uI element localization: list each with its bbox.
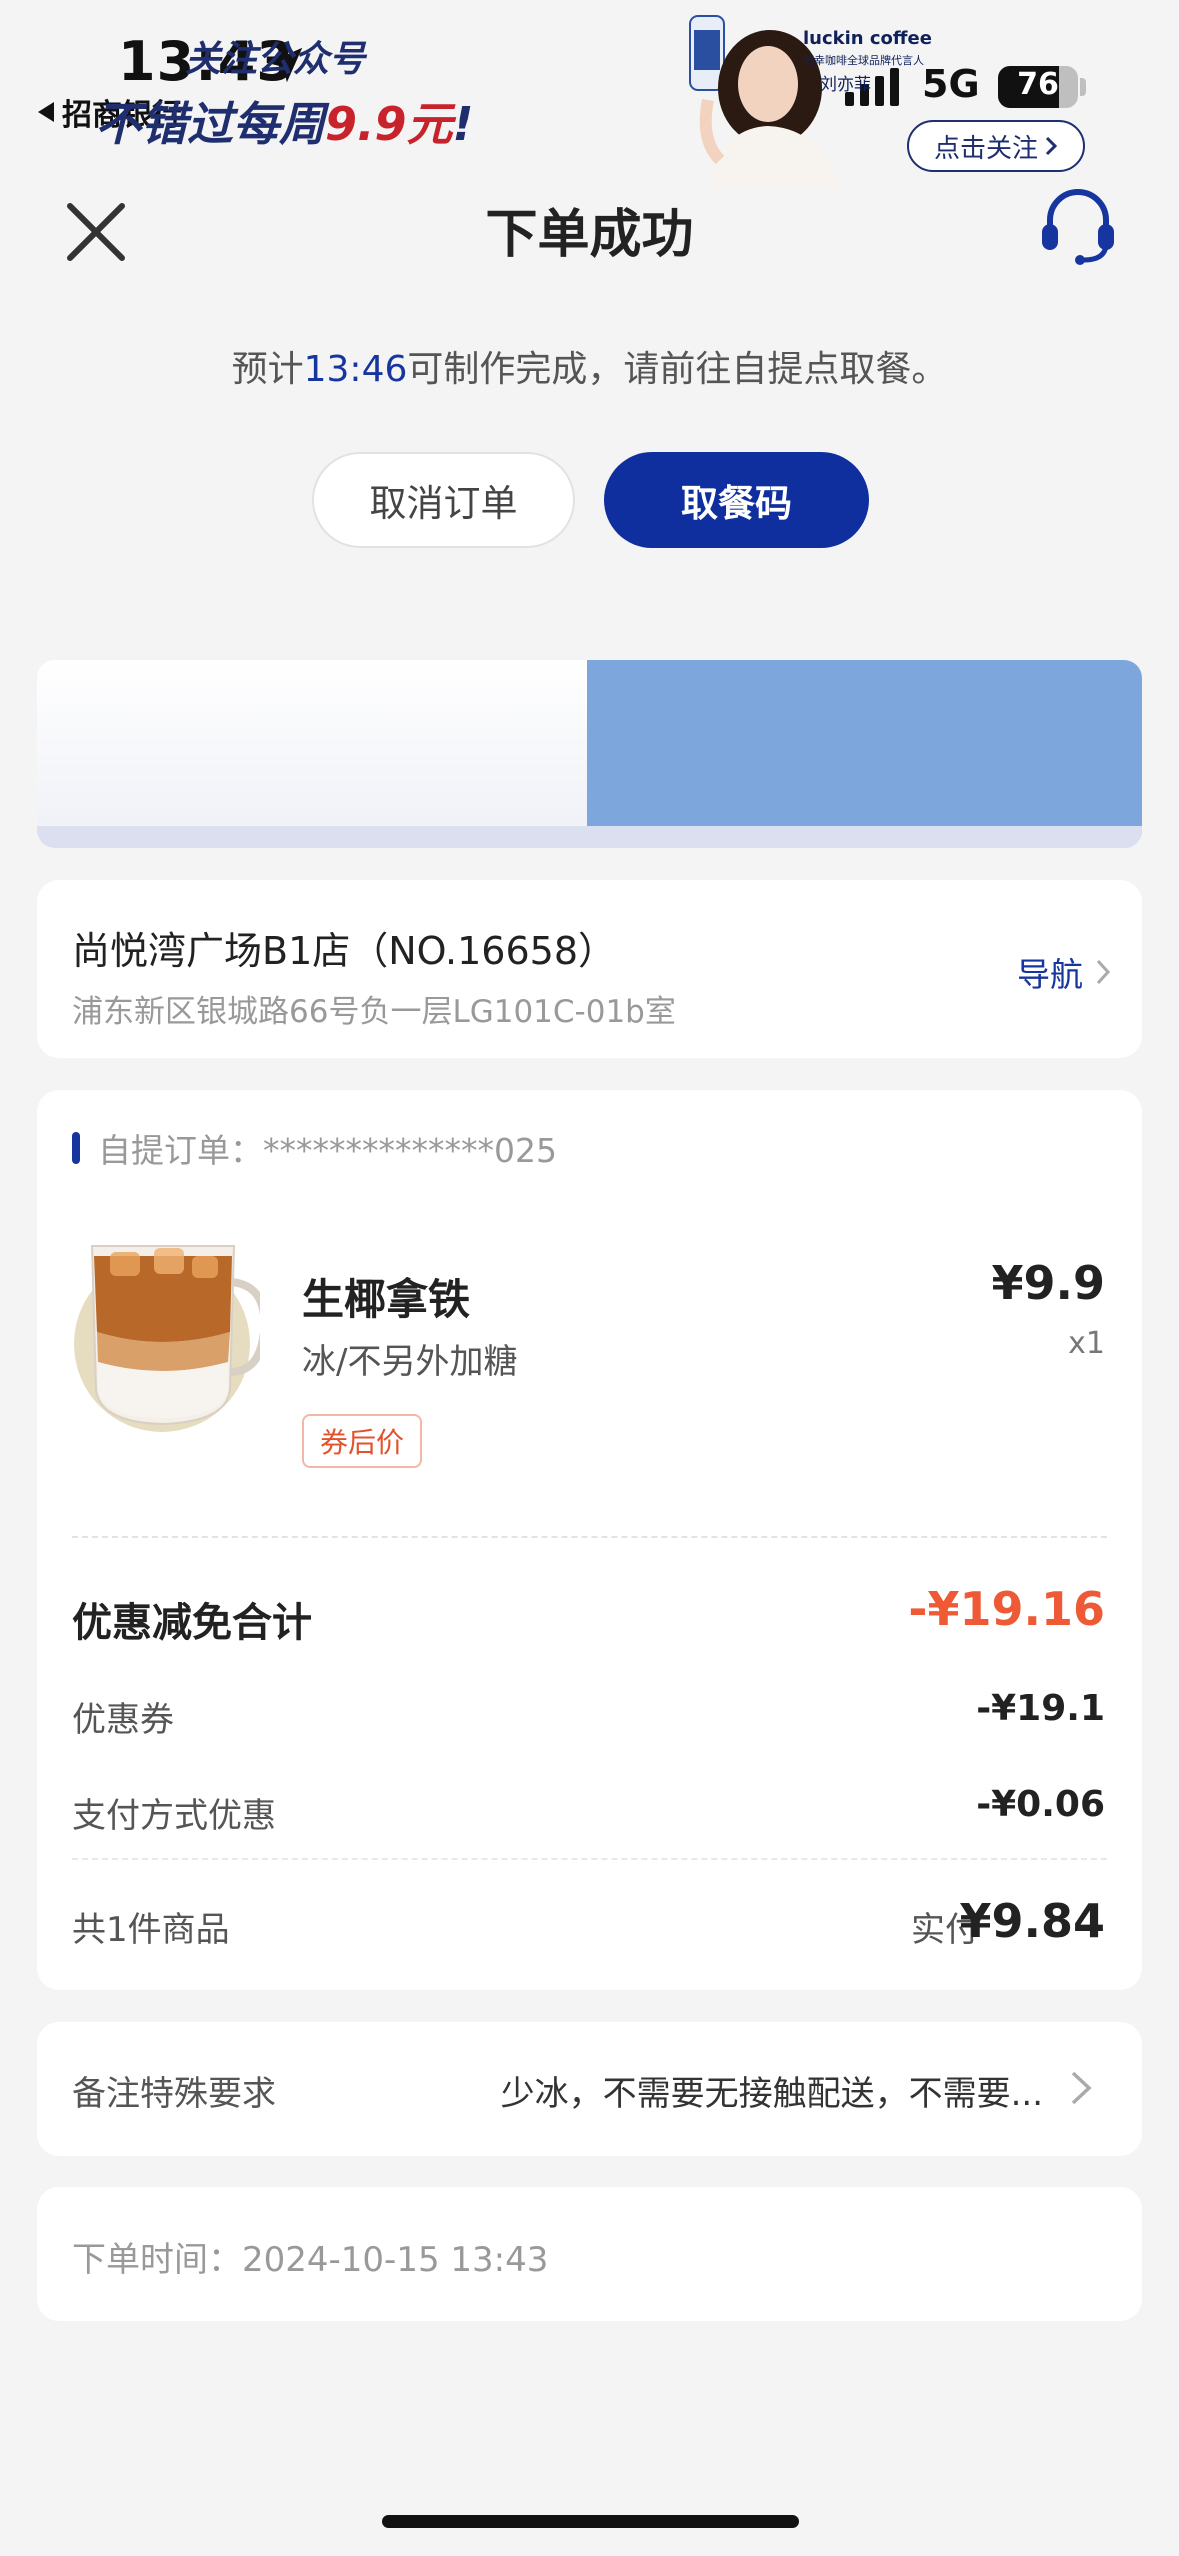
eta-time: 13:46 bbox=[303, 349, 408, 390]
banner-subtitle: 瑞幸咖啡全球品牌代言人 bbox=[803, 54, 924, 67]
back-triangle-icon bbox=[38, 102, 54, 122]
order-time-label: 下单时间： bbox=[72, 2240, 242, 2280]
item-count: 共1件商品 bbox=[72, 1910, 230, 1950]
order-number: 自提订单：**************025 bbox=[98, 1124, 557, 1172]
payment-discount-label: 支付方式优惠 bbox=[72, 1796, 276, 1836]
payment-discount-value: -¥0.06 bbox=[976, 1784, 1105, 1825]
coupon-value: -¥19.1 bbox=[976, 1688, 1105, 1729]
order-number-value: **************025 bbox=[263, 1131, 557, 1170]
store-name: 尚悦湾广场B1店（NO.16658） bbox=[72, 929, 617, 973]
headset-icon[interactable] bbox=[1040, 186, 1116, 266]
product-image bbox=[74, 1245, 260, 1432]
banner-line2: 不错过每周9.9元! bbox=[95, 88, 473, 154]
discount-title: 优惠减免合计 bbox=[72, 1600, 312, 1646]
product-spec: 冰/不另外加糖 bbox=[302, 1342, 518, 1382]
divider bbox=[72, 1536, 1107, 1538]
banner-line1: 关注公众号 bbox=[185, 39, 366, 80]
discount-total: -¥19.16 bbox=[908, 1582, 1105, 1636]
chevron-right-icon bbox=[1045, 136, 1058, 156]
battery-icon: 76 bbox=[998, 66, 1078, 108]
page-title: 下单成功 bbox=[485, 205, 694, 265]
banner-price: 9.9元 bbox=[325, 97, 453, 151]
remark-value: 少冰，不需要无接触配送，不需要... bbox=[500, 2074, 1043, 2114]
paid-amount: ¥9.84 bbox=[959, 1894, 1105, 1948]
product-price: ¥9.9 bbox=[991, 1256, 1106, 1310]
eta-suffix: 可制作完成，请前往自提点取餐。 bbox=[407, 349, 948, 390]
cancel-order-button[interactable]: 取消订单 bbox=[312, 452, 575, 548]
pickup-code-button[interactable]: 取餐码 bbox=[604, 452, 869, 548]
coupon-price-tag: 券后价 bbox=[302, 1414, 422, 1468]
follow-banner[interactable] bbox=[37, 660, 1142, 848]
section-marker bbox=[72, 1132, 80, 1164]
remark-label: 备注特殊要求 bbox=[72, 2074, 276, 2114]
banner-brand: luckin coffee bbox=[803, 28, 932, 49]
banner-person-name: 刘亦菲 bbox=[820, 75, 871, 95]
divider bbox=[72, 1858, 1107, 1860]
order-time-value: 2024-10-15 13:43 bbox=[242, 2240, 549, 2280]
eta-prefix: 预计 bbox=[231, 349, 304, 390]
coupon-label: 优惠券 bbox=[72, 1700, 174, 1740]
navigation-link[interactable]: 导航 bbox=[1017, 948, 1111, 996]
navigation-label: 导航 bbox=[1017, 955, 1083, 994]
store-address: 浦东新区银城路66号负一层LG101C-01b室 bbox=[72, 994, 676, 1030]
home-indicator[interactable] bbox=[382, 2515, 799, 2528]
banner-line2-prefix: 不错过每周 bbox=[95, 97, 325, 151]
chevron-right-icon bbox=[1096, 959, 1111, 985]
banner-follow-label: 点击关注 bbox=[933, 133, 1038, 164]
order-time: 下单时间：2024-10-15 13:43 bbox=[72, 2232, 548, 2281]
banner-follow-button[interactable]: 点击关注 bbox=[907, 120, 1085, 172]
order-number-label: 自提订单： bbox=[98, 1131, 263, 1170]
banner-line2-suffix: ! bbox=[452, 97, 474, 151]
chevron-right-icon[interactable] bbox=[1068, 2068, 1094, 2108]
battery-cap bbox=[1080, 78, 1086, 96]
network-type: 5G bbox=[922, 62, 980, 106]
eta-message: 预计13:46可制作完成，请前往自提点取餐。 bbox=[0, 340, 1179, 392]
battery-level: 76 bbox=[1017, 67, 1059, 102]
product-name: 生椰拿铁 bbox=[302, 1275, 471, 1324]
product-quantity: x1 bbox=[1068, 1326, 1105, 1361]
